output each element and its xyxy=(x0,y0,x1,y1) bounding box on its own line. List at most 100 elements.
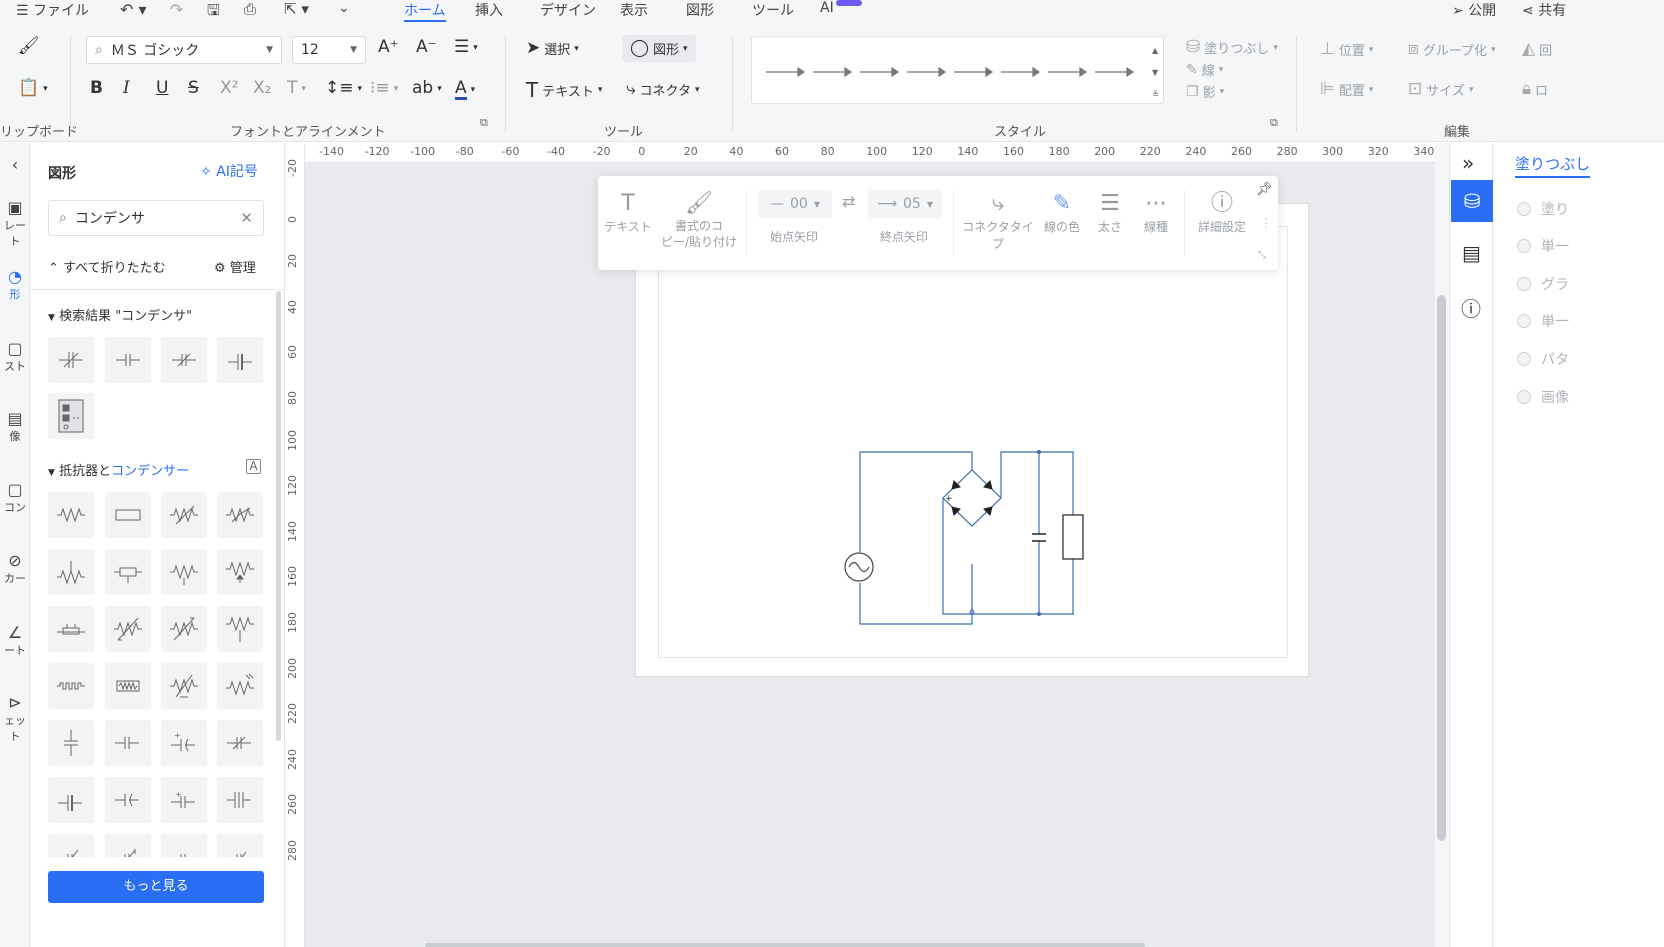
rail-text[interactable]: ▢ スト xyxy=(0,339,30,374)
library-shape[interactable]: + xyxy=(161,777,207,823)
capacitor-shape[interactable] xyxy=(161,337,207,383)
details-button[interactable]: ⓘ 詳細設定 xyxy=(1192,190,1252,235)
tab-design[interactable]: デザイン xyxy=(540,0,596,20)
search-results-header[interactable]: ▼ 検索結果 "コンデンサ" xyxy=(48,305,192,324)
clear-icon[interactable]: ✕ xyxy=(240,209,253,227)
rail-image[interactable]: ▤ 像 xyxy=(0,409,30,444)
library-shape[interactable] xyxy=(217,606,263,652)
share-button[interactable]: ⋖ 共有 xyxy=(1522,0,1566,20)
fill-option-image[interactable]: 画像 xyxy=(1517,387,1569,407)
fill-option-gradient[interactable]: グラ xyxy=(1517,274,1569,294)
page-properties-icon[interactable]: ▤ xyxy=(1462,241,1481,265)
library-shape[interactable] xyxy=(48,549,94,595)
group-button[interactable]: ⧈ グループ化 ▾ xyxy=(1408,40,1496,60)
fill-option-pattern[interactable]: パタ xyxy=(1517,349,1569,369)
fill-tab[interactable]: 塗りつぶし xyxy=(1515,153,1591,178)
shadow-button[interactable]: ❐ 影 ▾ xyxy=(1186,82,1224,102)
text-tool[interactable]: T テキスト ▾ xyxy=(526,80,602,100)
list-icon[interactable]: ⁝≡ ▾ xyxy=(370,80,398,97)
tab-tools[interactable]: ツール xyxy=(752,0,794,20)
size-button[interactable]: ⊡ サイズ ▾ xyxy=(1408,80,1473,100)
expand-panel-icon[interactable]: » xyxy=(1462,151,1474,175)
library-shape[interactable] xyxy=(48,663,94,709)
pin-icon[interactable]: 📌︎ xyxy=(1256,182,1273,197)
more-icon[interactable]: ⌄ xyxy=(338,0,350,16)
font-color-icon[interactable]: A ▾ xyxy=(455,80,475,100)
library-shape[interactable] xyxy=(48,720,94,766)
position-button[interactable]: ⊥ 位置 ▾ xyxy=(1320,40,1373,60)
library-shape[interactable] xyxy=(217,777,263,823)
canvas-vertical-scrollbar[interactable] xyxy=(1435,143,1449,947)
fill-option-solid[interactable]: 単一 xyxy=(1517,236,1569,256)
library-shape[interactable]: + xyxy=(161,720,207,766)
library-shape[interactable] xyxy=(48,834,94,857)
library-shape[interactable] xyxy=(105,663,151,709)
library-shape[interactable] xyxy=(48,606,94,652)
canvas-horizontal-scrollbar[interactable] xyxy=(425,943,1145,947)
start-arrow-select[interactable]: —00 ▼ xyxy=(758,190,832,218)
library-shape[interactable] xyxy=(217,834,263,857)
style-dialog-launcher-icon[interactable]: ⧉ xyxy=(1270,116,1278,130)
collapse-icon[interactable]: ‹ xyxy=(0,155,30,174)
save-icon[interactable]: 🖫 xyxy=(207,0,220,25)
line-style-gallery[interactable]: ▲ ▼ ≚ xyxy=(751,36,1164,104)
connector-type-button[interactable]: ⤷ コネクタタイプ xyxy=(960,190,1036,252)
drawing-page[interactable]: + xyxy=(635,203,1309,677)
shape-search-field[interactable]: ⌕ コンデンサ ✕ xyxy=(48,200,264,236)
format-copy-button[interactable]: 🖌 書式のコ ピー/貼り付け xyxy=(660,190,738,250)
capacitor-shape[interactable] xyxy=(105,337,151,383)
resistor-capacitor-category[interactable]: ▼ 抵抗器とコンデンサー xyxy=(48,460,189,479)
library-shape[interactable] xyxy=(161,492,207,538)
format-painter-icon[interactable]: 🖌 xyxy=(18,38,40,55)
rail-shapes[interactable]: ◔ 形 xyxy=(0,267,30,302)
rail-icon[interactable]: ▢ コン xyxy=(0,480,30,515)
library-shape[interactable] xyxy=(105,834,151,857)
lock-button[interactable]: 🔒︎ ロ xyxy=(1522,80,1548,100)
increase-font-icon[interactable]: A⁺ xyxy=(378,39,399,56)
undo-icon[interactable]: ↶ ▾ xyxy=(120,0,147,19)
capacitor-shape[interactable] xyxy=(48,337,94,383)
swap-icon[interactable]: ⇄ xyxy=(842,192,855,211)
font-size-select[interactable]: 12 ▼ xyxy=(292,36,366,64)
tab-insert[interactable]: 挿入 xyxy=(475,0,503,20)
underline-icon[interactable]: U xyxy=(156,80,168,97)
text-case-icon[interactable]: ab ▾ xyxy=(412,80,442,97)
line-type-button[interactable]: ⋯ 線種 xyxy=(1136,190,1176,235)
library-shape[interactable] xyxy=(161,663,207,709)
library-shape[interactable] xyxy=(217,663,263,709)
library-shape[interactable] xyxy=(161,606,207,652)
more-button[interactable]: もっと見る xyxy=(48,871,264,903)
select-tool[interactable]: ➤ 選択 ▾ xyxy=(526,39,579,59)
library-shape[interactable] xyxy=(105,492,151,538)
bold-icon[interactable]: B xyxy=(90,80,103,97)
line-spacing-icon[interactable]: ↕≡ ▾ xyxy=(325,80,362,97)
redo-icon[interactable]: ↷ xyxy=(170,0,183,19)
library-shape[interactable] xyxy=(105,777,151,823)
strikethrough-icon[interactable]: S xyxy=(188,80,199,97)
line-color-button[interactable]: ✎ 線の色 xyxy=(1040,190,1084,235)
connector-tool[interactable]: ⤷ コネクタ ▾ xyxy=(626,80,700,100)
tab-view[interactable]: 表示 xyxy=(620,0,648,20)
shape-tool[interactable]: ◯ 図形 ▾ xyxy=(622,35,696,62)
file-menu[interactable]: ☰ ファイル xyxy=(16,0,89,20)
print-icon[interactable]: ⎙ xyxy=(244,0,256,18)
capacitor-module-shape[interactable] xyxy=(48,393,94,439)
canvas-area[interactable]: + xyxy=(305,163,1435,947)
library-shape[interactable] xyxy=(48,777,94,823)
panel-scrollbar[interactable] xyxy=(276,291,281,741)
subscript-icon[interactable]: X₂ xyxy=(253,80,271,97)
rail-template[interactable]: ▣ レート xyxy=(0,198,30,249)
drag-handle-icon[interactable]: ⋮ xyxy=(1260,216,1272,230)
manage-button[interactable]: ⚙ 管理 xyxy=(214,257,256,276)
float-text-button[interactable]: T テキスト xyxy=(604,190,652,235)
scroll-thumb[interactable] xyxy=(1437,295,1446,841)
text-format-icon[interactable]: T ▾ xyxy=(287,80,306,97)
italic-icon[interactable]: I xyxy=(123,80,130,97)
align-icon[interactable]: ☰ ▾ xyxy=(454,39,478,56)
end-arrow-select[interactable]: ⟶ 05 ▼ xyxy=(868,190,942,218)
bridge-rectifier-circuit[interactable]: + xyxy=(636,204,1310,678)
font-family-select[interactable]: ⌕ ＭＳ ゴシック ▼ xyxy=(86,36,282,64)
library-info-icon[interactable]: A xyxy=(246,459,261,474)
library-shape[interactable] xyxy=(161,834,207,857)
library-shape[interactable] xyxy=(48,492,94,538)
